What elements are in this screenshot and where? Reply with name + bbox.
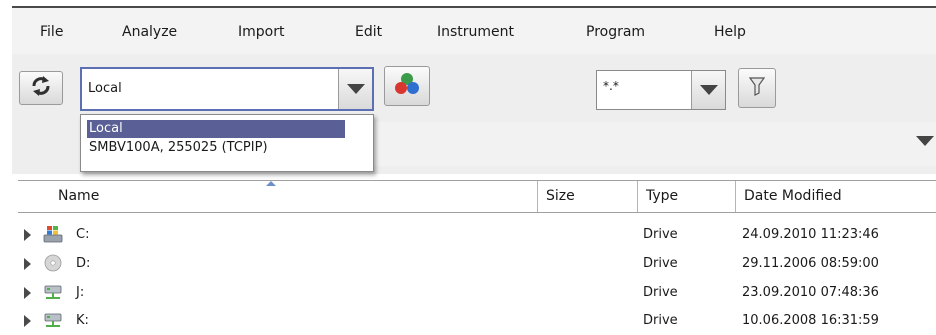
chevron-down-icon[interactable] [916,136,934,146]
menu-file[interactable]: File [40,24,63,40]
chevron-down-icon [699,85,718,95]
sort-ascending-icon [266,181,276,186]
dropdown-option-smbv100a[interactable]: SMBV100A, 255025 (TCPIP) [87,139,268,157]
table-row[interactable]: K: Drive 10.06.2008 16:31:59 [18,307,936,335]
source-combo-value: Local [88,81,122,96]
menu-program[interactable]: Program [586,24,645,40]
menu-help[interactable]: Help [714,24,746,40]
refresh-button[interactable] [19,71,63,105]
column-header-type[interactable]: Type [638,181,736,212]
source-combo-arrow[interactable] [338,69,372,109]
menu-analyze[interactable]: Analyze [122,24,177,40]
table-row[interactable]: J: Drive 23.09.2010 07:48:36 [18,279,936,307]
file-filter-arrow[interactable] [691,71,725,109]
row-name: J: [76,285,85,300]
row-name: K: [76,313,89,328]
menu-instrument[interactable]: Instrument [437,24,514,40]
file-filter-combo[interactable]: *.* [596,70,726,110]
row-type: Drive [643,256,678,271]
column-header-name[interactable]: Name [18,181,538,212]
row-date-modified: 10.06.2008 16:31:59 [742,313,879,328]
source-combo[interactable]: Local [80,67,374,111]
expand-arrow-icon[interactable] [24,315,31,327]
table-row[interactable]: D: Drive 29.11.2006 08:59:00 [18,250,936,278]
windows-drive-icon [43,225,63,243]
network-drive-icon [43,311,63,329]
chevron-down-icon [346,84,365,94]
menu-import[interactable]: Import [238,24,284,40]
row-date-modified: 29.11.2006 08:59:00 [742,256,879,271]
expand-arrow-icon[interactable] [24,229,31,241]
network-drive-icon [43,283,63,301]
menu-edit[interactable]: Edit [355,24,382,40]
dropdown-option-local[interactable]: Local [87,120,345,138]
expand-arrow-icon[interactable] [24,287,31,299]
cd-drive-icon [43,254,63,272]
column-header-date-modified[interactable]: Date Modified [736,181,936,212]
row-type: Drive [643,285,678,300]
row-date-modified: 24.09.2010 11:23:46 [742,227,879,242]
funnel-icon [748,76,766,100]
row-type: Drive [643,227,678,242]
menu-bar: File Analyze Import Edit Instrument Prog… [12,8,936,54]
molecule-icon [394,72,420,100]
refresh-icon [30,75,52,101]
path-combo[interactable] [374,122,936,166]
source-dropdown-list: Local SMBV100A, 255025 (TCPIP) [80,114,374,172]
row-date-modified: 23.09.2010 07:48:36 [742,285,879,300]
expand-arrow-icon[interactable] [24,258,31,270]
row-name: C: [76,227,90,242]
file-filter-value: *.* [603,79,619,93]
row-type: Drive [643,313,678,328]
file-table-header: Name Size Type Date Modified [18,180,936,213]
column-header-size[interactable]: Size [538,181,638,212]
filter-button[interactable] [738,68,776,108]
row-name: D: [76,256,91,271]
table-row[interactable]: C: Drive 24.09.2010 11:23:46 [18,221,936,249]
connect-instrument-button[interactable] [384,66,430,106]
